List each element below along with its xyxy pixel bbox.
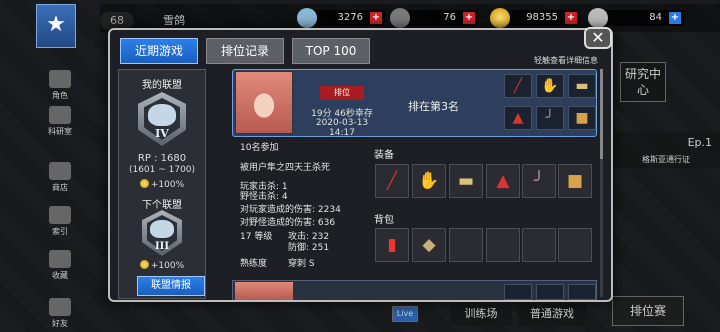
fish-icon[interactable]: ◆ [412, 228, 446, 262]
item-slot [568, 284, 596, 300]
red-cartridge-icon[interactable]: ▮ [375, 228, 409, 262]
gold-coin-icon [139, 179, 149, 188]
character-portrait [235, 71, 293, 134]
empty-slot[interactable] [449, 228, 483, 262]
beast-kills: 野怪击杀: 4 [240, 192, 288, 202]
empty-slot[interactable] [522, 228, 556, 262]
equipment-label: 装备 [374, 150, 394, 161]
gem-icon [588, 8, 608, 28]
add-gold-button[interactable]: + [565, 12, 577, 24]
beast-damage: 对野怪造成的伤害: 636 [240, 218, 336, 228]
ranked-badge: 排位 [320, 86, 364, 100]
tab-ranked-records[interactable]: 排位记录 [206, 38, 284, 64]
character-portrait [235, 282, 293, 300]
defense-stat: 防御: 251 [288, 243, 330, 253]
home-logo-button[interactable]: ★ [36, 4, 76, 48]
proficiency-value: 穿刺 S [288, 259, 315, 269]
book-icon [49, 206, 71, 224]
my-league-title: 我的联盟 [142, 80, 182, 91]
jacket-icon: ▲ [504, 106, 532, 130]
crate-icon: ■ [568, 106, 596, 130]
participants: 10名参加 [240, 143, 279, 153]
training-button[interactable]: 训练场 [450, 304, 512, 326]
resource-gold: 98355 + [490, 8, 580, 28]
resource-ammo: 76 + [390, 8, 478, 28]
normal-game-button[interactable]: 普通游戏 [518, 304, 586, 326]
character-level: 17 等级 [240, 232, 273, 242]
bullet-case-icon[interactable]: ▬ [449, 164, 483, 198]
detail-hint: 轻触查看详细信息 [534, 56, 598, 65]
side-menu-friends[interactable]: 好友 [40, 298, 80, 329]
rp-range: (1601 ~ 1700) [128, 165, 196, 175]
gold-coin-icon [490, 8, 510, 28]
placement-text: 排在第3名 [408, 100, 459, 113]
side-menu-index[interactable]: 索引 [40, 206, 80, 237]
red-jacket-icon[interactable]: ▲ [486, 164, 520, 198]
sniper-rifle-icon[interactable]: ╱ [375, 164, 409, 198]
item-slot [504, 284, 532, 300]
add-ammo-button[interactable]: + [463, 12, 475, 24]
ep-label: Ep.1 [687, 136, 712, 149]
next-bonus: +100% [118, 260, 206, 271]
empty-slot[interactable] [558, 228, 592, 262]
pass-label: 格斯亚通行证 [642, 155, 690, 164]
ammo-icon [390, 8, 410, 28]
close-button[interactable]: ✕ [584, 27, 612, 49]
side-menu-collection[interactable]: 收藏 [40, 250, 80, 281]
live-badge[interactable]: Live [392, 306, 418, 322]
resource-gem: 84 + [588, 8, 684, 28]
proficiency-label: 熟练度 [240, 259, 268, 269]
gold-coin-icon [139, 260, 149, 269]
scrollbar-thumb[interactable] [600, 69, 603, 159]
gauntlet-icon: ✋ [536, 74, 564, 98]
boots-icon: ╯ [536, 106, 564, 130]
resource-value: 98355 [526, 12, 558, 23]
tab-top-100[interactable]: TOP 100 [292, 38, 370, 64]
character-icon [49, 70, 71, 88]
glove-icon[interactable]: ✋ [412, 164, 446, 198]
killed-by: 被用户隼之四天王杀死 [240, 163, 331, 173]
backpack-label: 背包 [374, 215, 394, 226]
ammo-pack-icon: ▬ [568, 74, 596, 98]
add-energy-button[interactable]: + [370, 12, 382, 24]
empty-slot[interactable] [486, 228, 520, 262]
resource-value: 84 [649, 12, 662, 23]
bear-icon [148, 104, 176, 126]
tab-recent-games[interactable]: 近期游戏 [120, 38, 198, 64]
pass-banner[interactable]: Ep.1 格斯亚通行证 [612, 132, 720, 168]
side-menu-character[interactable]: 角色 [40, 70, 80, 101]
energy-icon [297, 8, 317, 28]
shop-icon [49, 162, 71, 180]
add-gem-button[interactable]: + [669, 12, 681, 24]
side-menu-shop[interactable]: 商店 [40, 162, 80, 193]
item-slot [536, 284, 564, 300]
resource-value: 76 [443, 12, 456, 23]
supply-box-icon[interactable]: ■ [558, 164, 592, 198]
research-center-button[interactable]: 研究中心 [620, 62, 666, 102]
rifle-icon: ╱ [504, 74, 532, 98]
player-name: 雪鸽 [163, 14, 185, 27]
resource-energy: 3276 + [297, 8, 385, 28]
league-info-button[interactable]: 联盟情报 [137, 276, 205, 296]
resource-value: 3276 [337, 12, 363, 23]
bear-icon [150, 220, 174, 238]
side-menu-lab[interactable]: 科研室 [40, 106, 80, 137]
rp-value: RP : 1680 [137, 153, 187, 164]
gamepad-icon [49, 298, 71, 316]
current-bonus: +100% [118, 179, 206, 190]
player-damage: 对玩家造成的伤害: 2234 [240, 205, 341, 215]
collection-icon [49, 250, 71, 268]
ranked-game-button[interactable]: 排位赛 [612, 296, 684, 326]
purple-boots-icon[interactable]: ╯ [522, 164, 556, 198]
next-league-title: 下个联盟 [142, 200, 182, 211]
flask-icon [49, 106, 71, 124]
match-date: 2020-03-13 14:17 [315, 118, 369, 138]
